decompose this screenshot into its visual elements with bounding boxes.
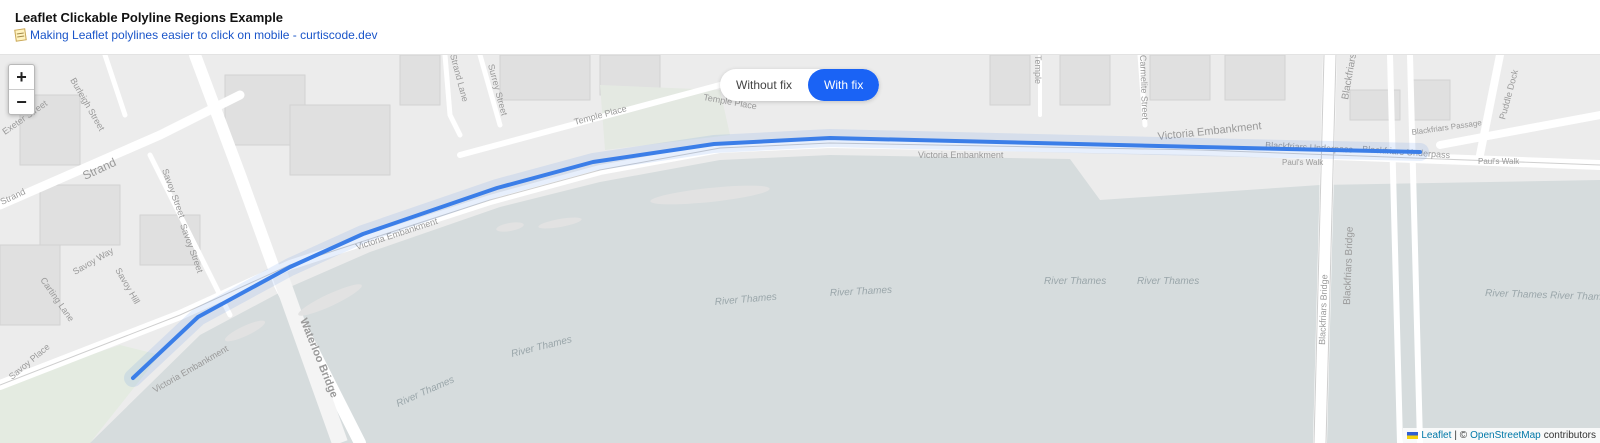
memo-icon — [14, 28, 27, 42]
leaflet-link[interactable]: Leaflet — [1421, 428, 1451, 443]
page-title: Leaflet Clickable Polyline Regions Examp… — [15, 10, 284, 25]
without-fix-button[interactable]: Without fix — [720, 69, 808, 101]
fix-toggle: Without fix With fix — [720, 69, 880, 101]
label-pauls-walk-2: Paul's Walk — [1478, 157, 1520, 166]
map-attribution: Leaflet | © OpenStreetMap contributors — [1403, 428, 1600, 443]
label-river-thames-3: River Thames — [1044, 276, 1106, 287]
zoom-control: + − — [8, 64, 35, 115]
map-container[interactable]: Strand Strand Savoy Street Savoy Street … — [0, 55, 1600, 443]
article-link[interactable]: Making Leaflet polylines easier to click… — [30, 28, 378, 42]
label-victoria-embankment-2: Victoria Embankment — [918, 150, 1004, 160]
zoom-in-button[interactable]: + — [9, 65, 34, 90]
ukraine-flag-icon — [1407, 432, 1419, 439]
article-link-row: Making Leaflet polylines easier to click… — [14, 28, 378, 42]
label-temple: Temple — [1033, 55, 1043, 84]
page-header: Leaflet Clickable Polyline Regions Examp… — [0, 0, 1600, 55]
label-river-thames-4: River Thames — [1137, 276, 1199, 287]
with-fix-button[interactable]: With fix — [808, 69, 880, 101]
map-tiles: Strand Strand Savoy Street Savoy Street … — [0, 55, 1600, 443]
attribution-separator: | © — [1454, 430, 1468, 441]
osm-link[interactable]: OpenStreetMap — [1470, 428, 1541, 443]
attribution-contributors: contributors — [1543, 430, 1596, 441]
label-pauls-walk: Paul's Walk — [1282, 158, 1324, 167]
zoom-out-button[interactable]: − — [9, 90, 34, 114]
